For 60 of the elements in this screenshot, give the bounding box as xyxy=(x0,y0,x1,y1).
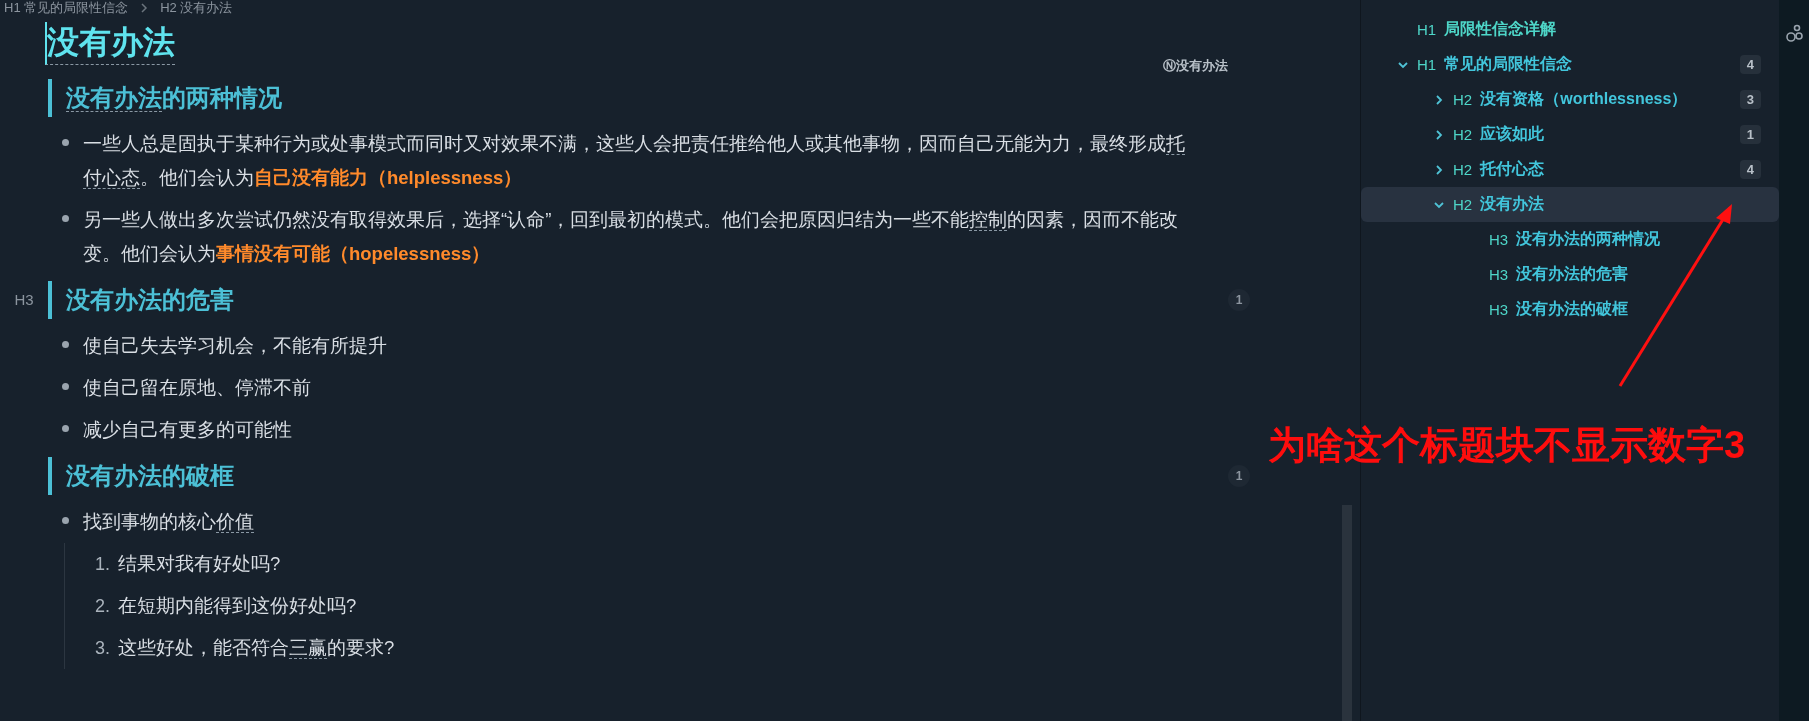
bullet-icon xyxy=(62,516,69,524)
heading-level-marker: H2 xyxy=(1453,161,1473,178)
outline-item[interactable]: H2 应该如此 1 xyxy=(1361,117,1779,152)
outline-text: 没有办法的危害 xyxy=(1516,264,1630,284)
heading-level-marker: H2 xyxy=(1453,126,1473,143)
outline-item[interactable]: H1 局限性信念详解 xyxy=(1361,12,1779,47)
heading-level-marker: H1 xyxy=(1417,56,1437,73)
bullet-text: 一些人总是固执于某种行为或处事模式而同时又对效果不满，这些人会把责任推给他人或其他事物，因而自己无能为力，最终形成托付心态。他们会认为自己没有能力（helplessness） xyxy=(83,131,1186,191)
heading-level-marker: H2 xyxy=(1453,91,1473,108)
heading-level-marker: H3 xyxy=(1489,301,1509,318)
list-number: 3. xyxy=(95,636,110,660)
bullet-text: 使自己留在原地、停滞不前 xyxy=(83,375,312,400)
count-badge: 4 xyxy=(1739,160,1761,179)
bullet-icon xyxy=(62,424,69,432)
outline-text: 托付心态 xyxy=(1480,159,1546,179)
document-title: 没有办法 xyxy=(45,22,175,65)
section-heading: 没有办法的两种情况 xyxy=(48,78,1250,117)
count-badge: 4 xyxy=(1739,55,1761,74)
graph-icon[interactable] xyxy=(1784,24,1805,44)
outline-text: 局限性信念详解 xyxy=(1444,19,1558,39)
note-tag[interactable]: Ⓝ没有办法 xyxy=(1163,56,1228,73)
bullet-text: 减少自己有更多的可能性 xyxy=(83,417,293,442)
outline-item[interactable]: H2 托付心态 4 xyxy=(1361,152,1779,187)
chevron-right-icon xyxy=(140,3,149,13)
bullet-icon xyxy=(62,340,69,348)
count-badge: 1 xyxy=(1228,464,1250,487)
outline-item[interactable]: H2 没有办法 xyxy=(1361,187,1779,222)
annotation-text: 为啥这个标题块不显示数字3 xyxy=(1268,423,1746,468)
outline-text: 应该如此 xyxy=(1480,124,1546,144)
bullet-icon xyxy=(62,382,69,390)
count-badge: 1 xyxy=(1739,125,1761,144)
outline-item[interactable]: H3 没有办法的破框 xyxy=(1361,292,1779,327)
list-item-text: 结果对我有好处吗? xyxy=(118,551,281,576)
outline-item[interactable]: H2 没有资格（worthlessness） 3 xyxy=(1361,82,1779,117)
bullet-text: 使自己失去学习机会，不能有所提升 xyxy=(83,333,388,358)
outline-text: 没有办法 xyxy=(1480,194,1546,214)
heading-level-marker: H2 xyxy=(1453,196,1473,213)
list-number: 2. xyxy=(95,594,110,618)
list-item-text: 在短期内能得到这份好处吗? xyxy=(118,593,357,618)
bullet-icon xyxy=(62,138,69,146)
count-badge: 1 xyxy=(1228,288,1250,311)
count-badge: 3 xyxy=(1739,90,1761,109)
outline-text: 常见的局限性信念 xyxy=(1444,54,1574,74)
bullet-icon xyxy=(62,214,69,222)
outline-text: 没有办法的两种情况 xyxy=(1516,229,1662,249)
bullet-text: 找到事物的核心价值 xyxy=(83,509,255,535)
heading-level-marker: H3 xyxy=(14,291,34,309)
heading-level-marker: H1 xyxy=(1417,21,1437,38)
outline-item[interactable]: H3 没有办法的危害 xyxy=(1361,257,1779,292)
outline-text: 没有资格（worthlessness） xyxy=(1480,89,1689,109)
heading-level-marker: H3 xyxy=(1489,231,1509,248)
bullet-text: 另一些人做出多次尝试仍然没有取得效果后，选择“认命”，回到最初的模式。他们会把原因归结为一些不能控制的因素，因而不能改变。他们会认为事情没有可能（hopelessness） xyxy=(83,207,1180,266)
breadcrumb-item[interactable]: H1 常见的局限性信念 xyxy=(4,0,129,17)
breadcrumb-item[interactable]: H2 没有办法 xyxy=(160,0,233,17)
list-number: 1. xyxy=(95,552,110,576)
heading-level-marker: H3 xyxy=(1489,266,1509,283)
list-item-text: 这些好处，能否符合三赢的要求? xyxy=(118,635,395,661)
outline-text: 没有办法的破框 xyxy=(1516,299,1630,319)
outline-item[interactable]: H1 常见的局限性信念 4 xyxy=(1361,47,1779,82)
outline-item[interactable]: H3 没有办法的两种情况 xyxy=(1361,222,1779,257)
